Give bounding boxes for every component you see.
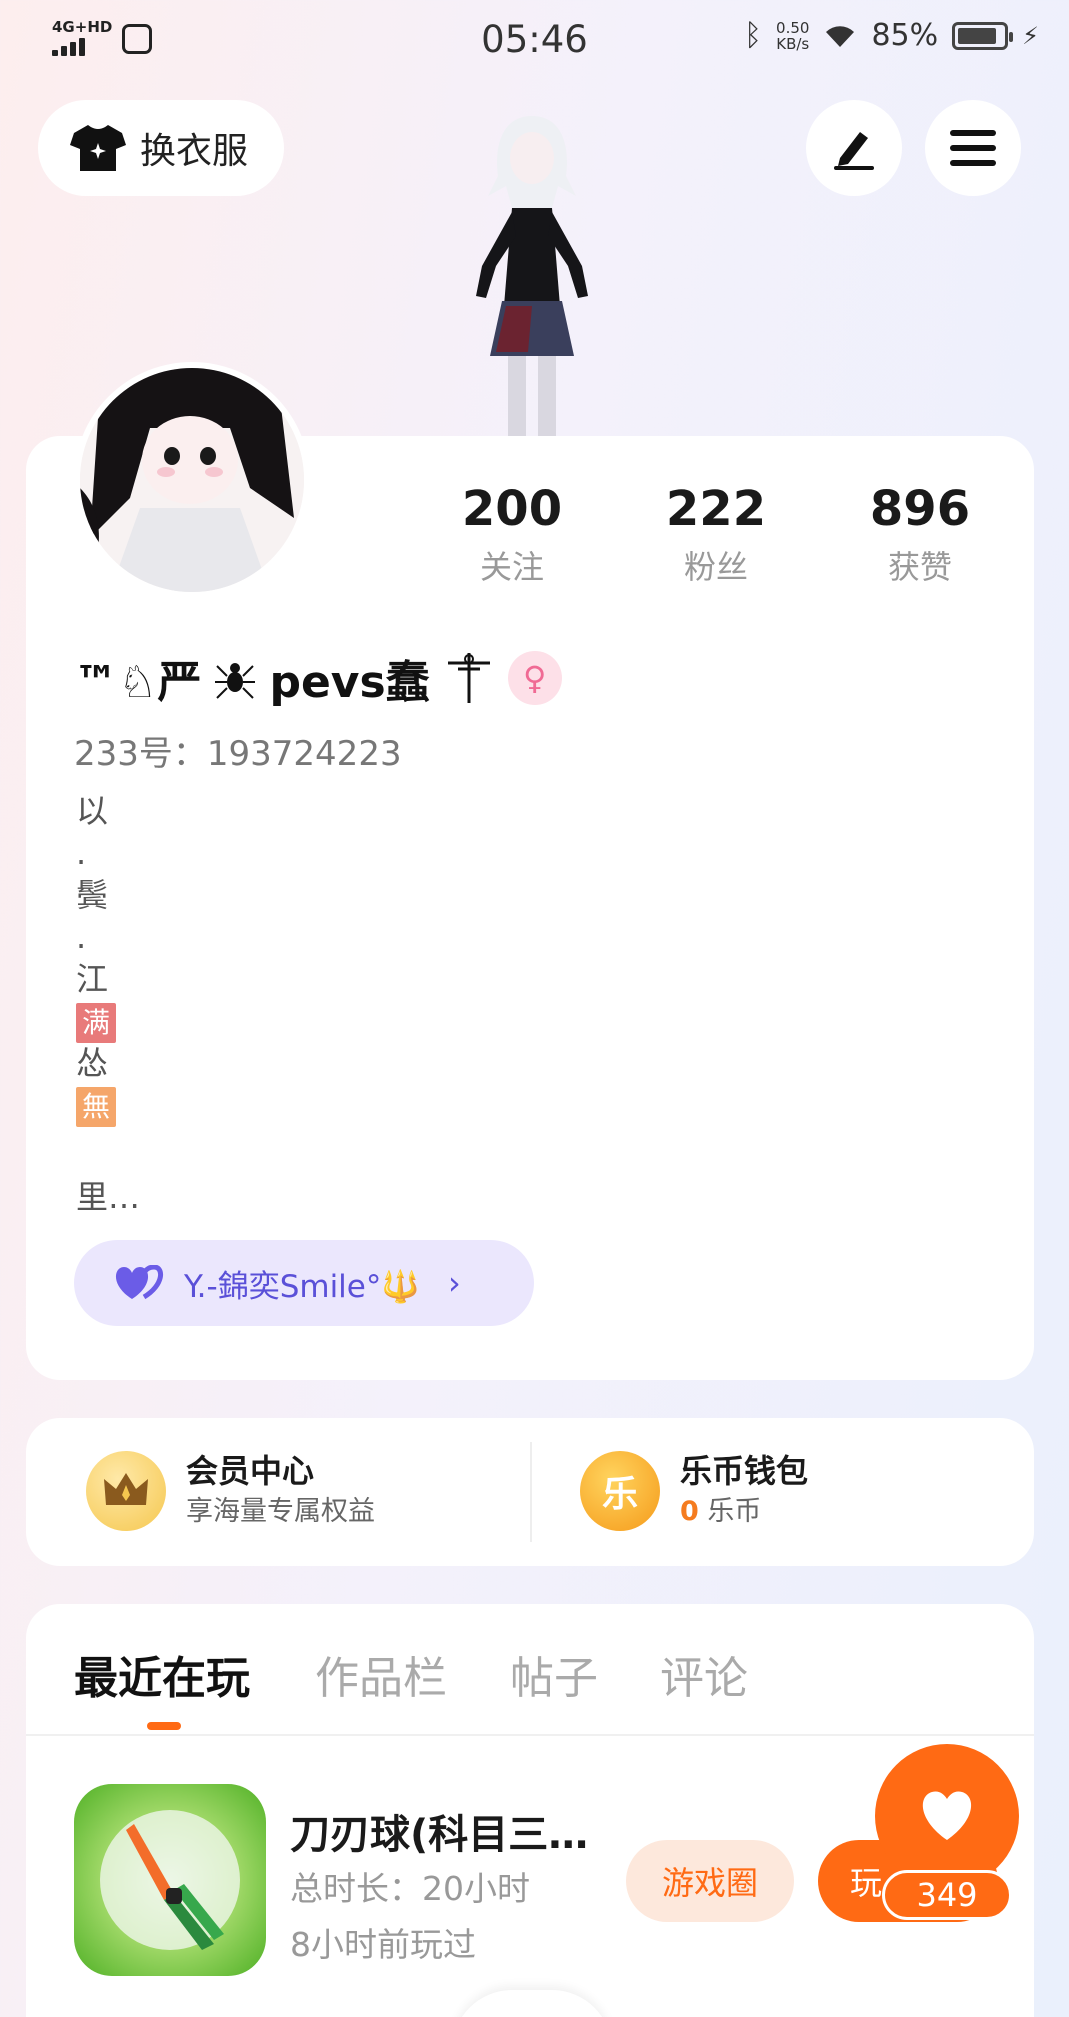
tab-comments[interactable]: 评论 <box>660 1642 748 1706</box>
bio-line: 江 <box>76 960 109 998</box>
like-fab-button[interactable] <box>875 1744 1019 1888</box>
gender-female-icon: ♀ <box>507 651 562 705</box>
avatar[interactable] <box>74 362 310 598</box>
pen-icon <box>834 132 874 170</box>
crown-icon <box>86 1451 166 1531</box>
bio-line: 鬓 <box>76 876 109 914</box>
staff-symbol-icon <box>447 653 490 703</box>
game-icon[interactable] <box>74 1784 266 1976</box>
net-speed: 0.50 KB/s <box>776 20 809 52</box>
heart-icon <box>922 1791 972 1840</box>
nickname-prefix: ™♘严 <box>74 657 202 708</box>
avatar-image <box>80 368 304 592</box>
tab-works[interactable]: 作品栏 <box>315 1642 447 1706</box>
wallet-amount: 0 <box>680 1496 699 1527</box>
game-last-played: 8小时前玩过 <box>290 1925 476 1964</box>
change-outfit-button[interactable]: 换衣服 <box>38 100 284 196</box>
guild-name: Y.-錦奕Smile°🔱 <box>184 1268 420 1305</box>
game-title[interactable]: 刀刃球(科目三… <box>290 1802 588 1860</box>
wallet-unit: 乐币 <box>707 1496 762 1527</box>
hamburger-icon <box>950 130 996 166</box>
likes-label: 获赞 <box>887 548 952 586</box>
scissors-game-icon <box>100 1810 240 1950</box>
chevron-right-icon: › <box>447 1264 461 1302</box>
nickname: ™♘严 pevs蠢 ♀ <box>74 646 562 710</box>
net-speed-value: 0.50 <box>776 18 810 37</box>
coin-wallet[interactable]: 乐 乐币钱包 0 乐币 <box>580 1450 808 1532</box>
game-circle-button[interactable]: 游戏圈 <box>626 1840 794 1922</box>
battery-percent: 85% <box>871 18 939 53</box>
edit-profile-button[interactable] <box>806 100 902 196</box>
bio: 以 . 鬓 . 江 满 怂 無 <box>76 790 116 1127</box>
tab-indicator <box>147 1722 181 1730</box>
coin-icon: 乐 <box>580 1451 660 1531</box>
tab-posts[interactable]: 帖子 <box>510 1642 598 1706</box>
stat-likes[interactable]: 896 获赞 <box>840 480 1000 588</box>
bio-expand[interactable]: 里… <box>76 1172 140 1218</box>
stat-fans[interactable]: 222 粉丝 <box>636 480 796 588</box>
member-center-subtitle: 享海量专属权益 <box>186 1496 375 1527</box>
status-right: ᛒ 0.50 KB/s 85% ⚡ <box>744 18 1039 53</box>
bio-line: 怂 <box>76 1044 109 1082</box>
net-speed-unit: KB/s <box>776 34 810 53</box>
member-center-title: 会员中心 <box>186 1452 315 1490</box>
status-bar: 4G+HD 05:46 ᛒ 0.50 KB/s 85% ⚡ <box>0 0 1069 80</box>
bio-line: . <box>76 918 87 956</box>
battery-icon <box>952 21 1014 50</box>
bio-line: . <box>76 834 87 872</box>
bio-line: 以 <box>76 792 109 830</box>
guild-badge[interactable]: Y.-錦奕Smile°🔱 › <box>74 1240 534 1326</box>
wifi-icon <box>826 25 855 47</box>
like-count-badge: 349 <box>882 1870 1012 1920</box>
divider <box>530 1442 532 1542</box>
fans-count: 222 <box>665 481 767 537</box>
bluetooth-icon: ᛒ <box>744 18 763 53</box>
bio-tag-orange: 無 <box>76 1087 116 1127</box>
tab-divider <box>26 1734 1034 1736</box>
shirt-icon <box>70 125 126 171</box>
avatar-3d-figure[interactable] <box>432 116 632 436</box>
tab-recently-played[interactable]: 最近在玩 <box>74 1642 250 1706</box>
hearts-icon <box>115 1265 163 1300</box>
nickname-main: pevs蠢 <box>269 657 430 708</box>
bio-tag-red: 满 <box>76 1003 116 1043</box>
fans-label: 粉丝 <box>683 548 748 586</box>
battery-fill <box>958 27 996 44</box>
charging-icon: ⚡ <box>1022 21 1039 50</box>
change-outfit-label: 换衣服 <box>140 131 249 172</box>
user-id[interactable]: 233号：193724223 <box>74 726 402 775</box>
following-label: 关注 <box>479 548 544 586</box>
following-count: 200 <box>461 481 563 537</box>
spider-icon <box>215 663 256 699</box>
stat-following[interactable]: 200 关注 <box>432 480 592 588</box>
wallet-balance: 0 乐币 <box>680 1492 808 1532</box>
likes-count: 896 <box>869 481 971 537</box>
wallet-title: 乐币钱包 <box>680 1452 809 1490</box>
member-center[interactable]: 会员中心 享海量专属权益 <box>86 1450 375 1532</box>
menu-button[interactable] <box>925 100 1021 196</box>
game-total-time: 总时长：20小时 <box>290 1869 530 1908</box>
